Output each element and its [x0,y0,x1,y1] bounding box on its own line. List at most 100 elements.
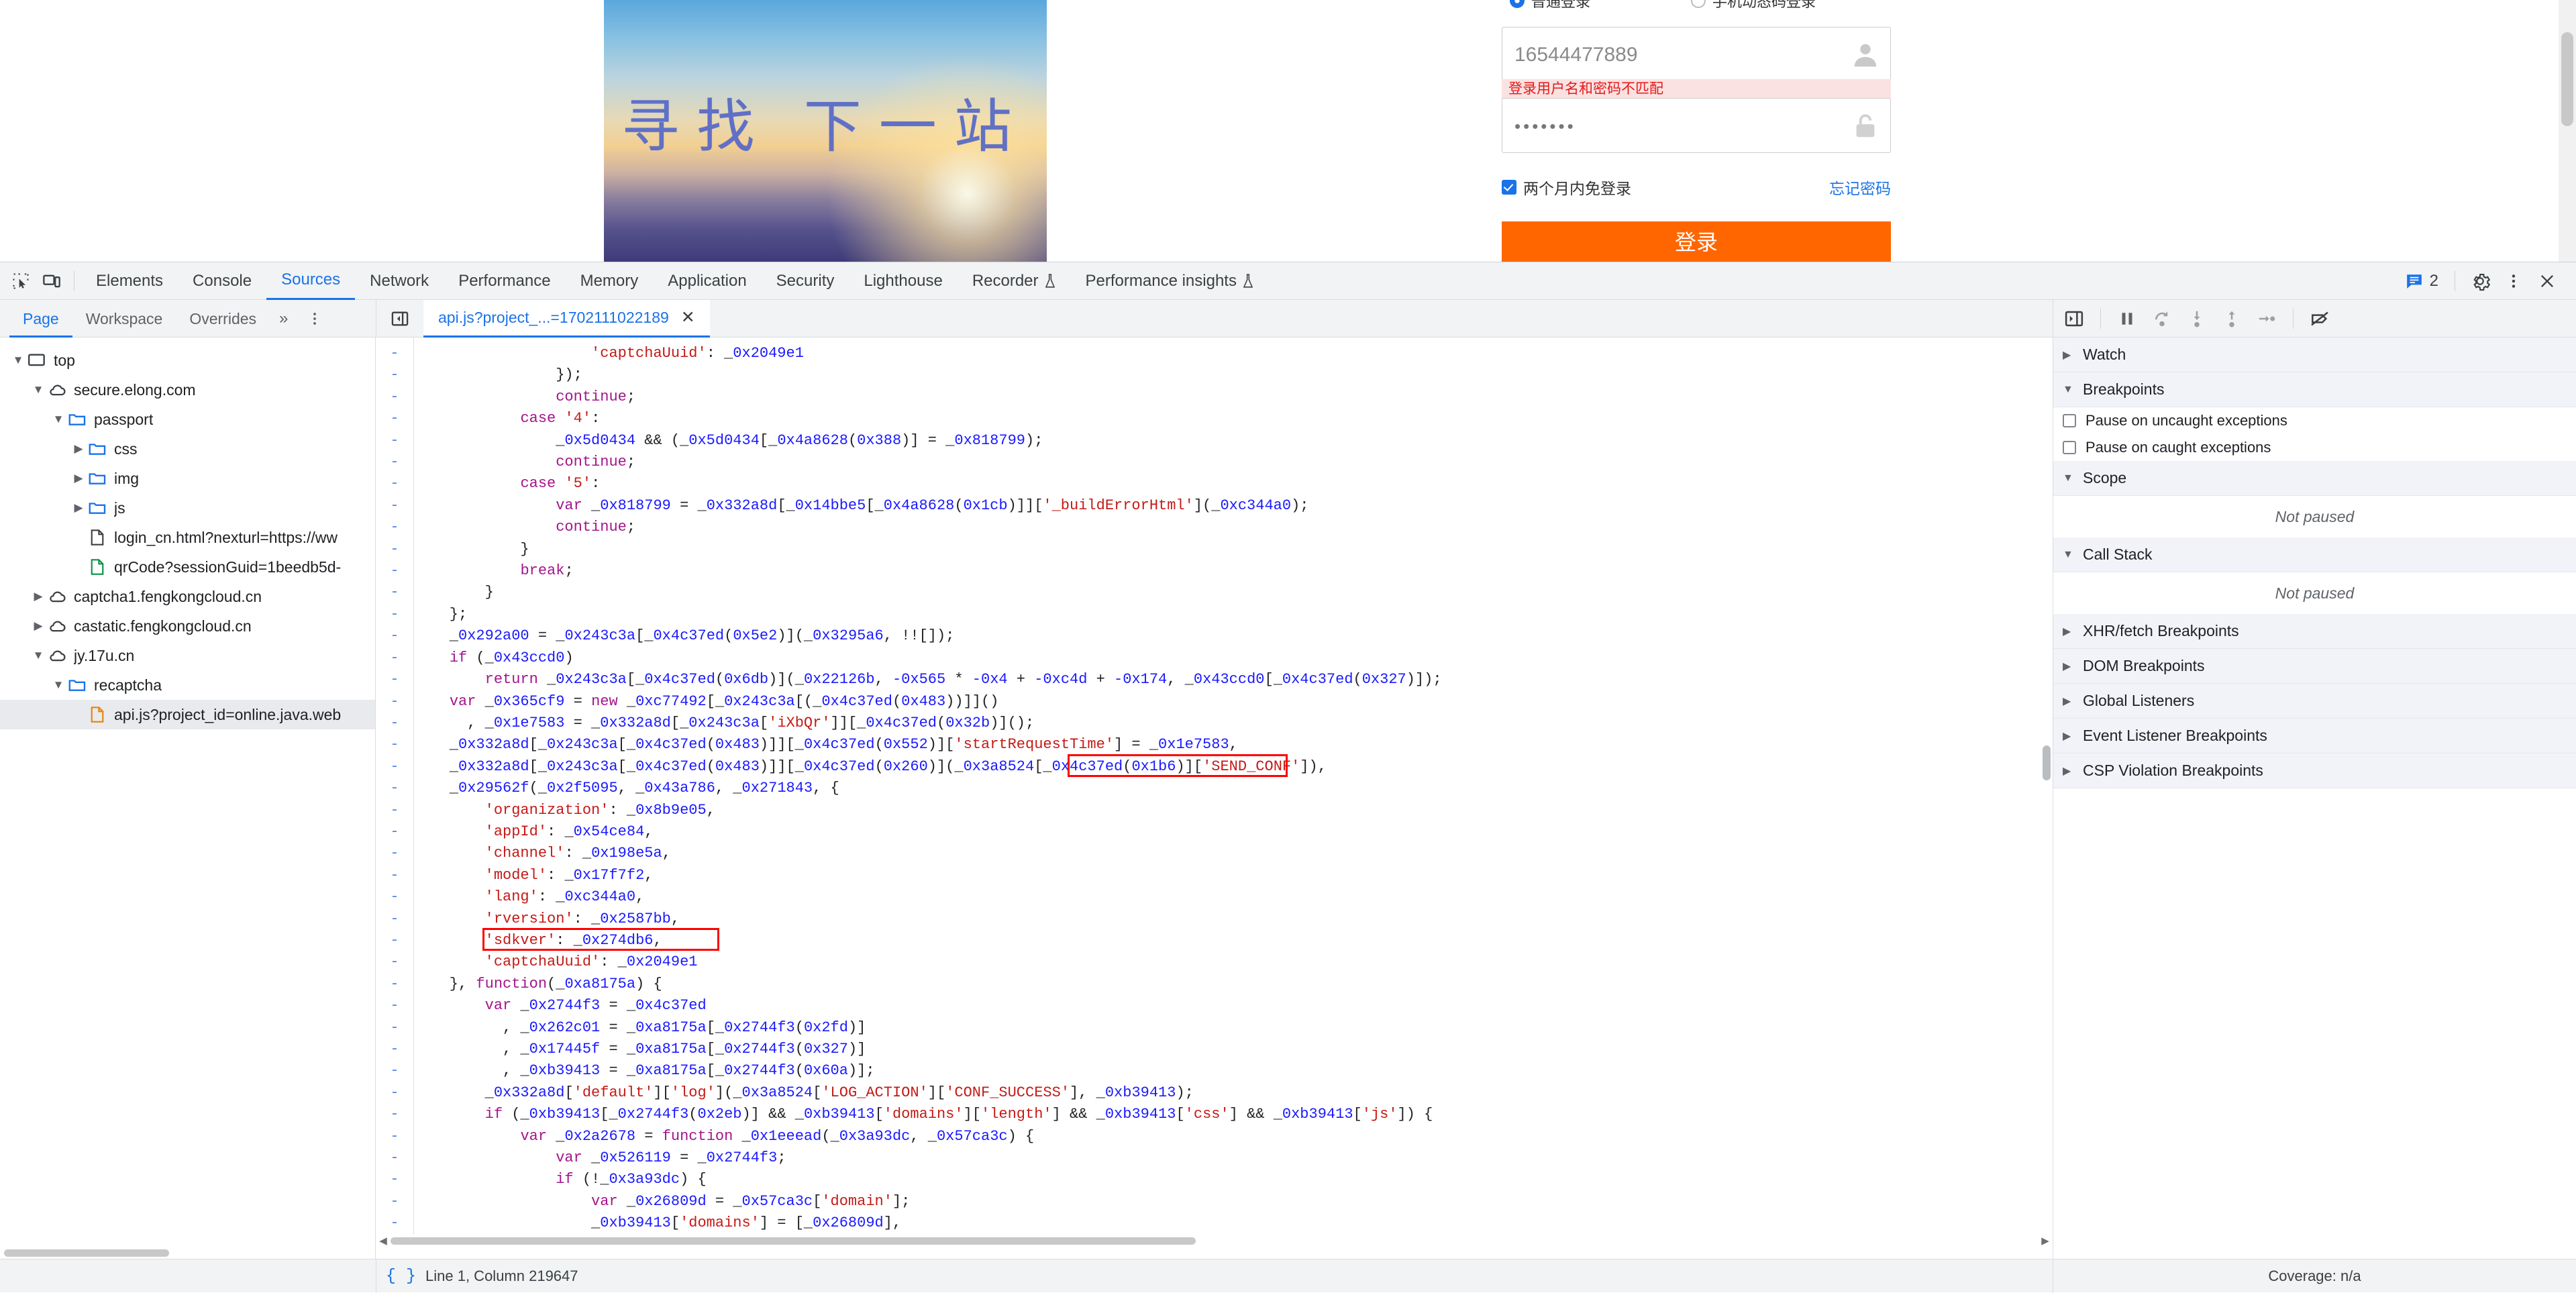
tab-sources[interactable]: Sources [266,262,356,300]
chevron-right-icon: ▶ [2063,695,2071,707]
subtab-workspace[interactable]: Workspace [72,300,176,338]
tab-performance[interactable]: Performance [444,262,565,300]
xhr-breakpoints-section-header[interactable]: ▶ XHR/fetch Breakpoints [2053,614,2576,649]
tree-item-castatic-fengkongcloud-cn[interactable]: ▶ castatic.fengkongcloud.cn [0,611,375,641]
tab-lighthouse[interactable]: Lighthouse [849,262,957,300]
xhr-breakpoints-label: XHR/fetch Breakpoints [2083,622,2239,639]
device-toolbar-icon[interactable] [36,266,67,297]
editor-vertical-scrollbar[interactable] [2041,338,2053,1235]
scope-section-header[interactable]: ▼ Scope [2053,461,2576,496]
chevron-down-icon[interactable]: ▼ [50,413,67,426]
password-field-wrap[interactable]: ••••••• [1502,98,1891,153]
more-options-icon[interactable] [2498,266,2529,297]
navigator-scrollbar-thumb[interactable] [4,1249,169,1257]
open-file-tab-api-js[interactable]: api.js?project_...=1702111022189 ✕ [423,299,710,338]
scroll-left-arrow-icon[interactable]: ◀ [376,1235,391,1247]
tree-item-captcha1-fengkongcloud-cn[interactable]: ▶ captcha1.fengkongcloud.cn [0,582,375,611]
tree-item-top[interactable]: ▼ top [0,346,375,375]
remember-me-checkbox[interactable] [1502,180,1516,195]
global-listeners-section-header[interactable]: ▶ Global Listeners [2053,684,2576,719]
editor-hscroll-thumb[interactable] [391,1237,1196,1245]
chevron-down-icon: ▼ [2063,383,2073,395]
step-over-icon[interactable] [2147,303,2177,334]
tree-item-qrcode-sessionguid-1beedb5d[interactable]: ▶qrCode?sessionGuid=1beedb5d- [0,552,375,582]
console-message-count[interactable]: 2 [2399,272,2445,291]
tree-item-css[interactable]: ▶ css [0,434,375,464]
tab-security[interactable]: Security [762,262,849,300]
tree-item-jy-17u-cn[interactable]: ▼ jy.17u.cn [0,641,375,670]
tab-performance-insights[interactable]: Performance insights [1071,262,1269,300]
gear-icon[interactable] [2465,266,2495,297]
tree-item-passport[interactable]: ▼ passport [0,405,375,434]
editor-hscroll-track[interactable] [391,1235,2038,1247]
collapse-navigator-icon[interactable] [384,303,415,334]
chevron-down-icon[interactable]: ▼ [30,649,47,662]
tab-network[interactable]: Network [355,262,444,300]
pause-caught-checkbox[interactable] [2063,441,2076,454]
tab-elements[interactable]: Elements [81,262,178,300]
tree-item-img[interactable]: ▶ img [0,464,375,493]
page-vertical-scrollbar[interactable] [2559,0,2576,262]
inspect-element-icon[interactable] [5,266,36,297]
subtab-overrides[interactable]: Overrides [176,300,270,338]
scroll-right-arrow-icon[interactable]: ▶ [2038,1235,2053,1247]
csp-violation-breakpoints-section-header[interactable]: ▶ CSP Violation Breakpoints [2053,754,2576,788]
debugger-sidebar: ▶ Watch ▼ Breakpoints Pause on uncaught … [2053,338,2576,1259]
close-file-tab-icon[interactable]: ✕ [681,307,695,327]
chevron-right-icon[interactable]: ▶ [70,501,87,515]
tree-item-label: css [114,439,138,458]
watch-section-header[interactable]: ▶ Watch [2053,338,2576,372]
close-icon[interactable] [2532,266,2563,297]
pause-script-icon[interactable] [2112,303,2143,334]
tab-memory[interactable]: Memory [566,262,654,300]
chevron-right-icon[interactable]: ▶ [70,472,87,485]
dom-breakpoints-section-header[interactable]: ▶ DOM Breakpoints [2053,649,2576,684]
folder-blue-icon [89,473,106,484]
chevron-right-icon[interactable]: ▶ [30,619,47,633]
navigator-horizontal-scrollbar[interactable] [0,1247,375,1259]
radio-normal-login[interactable]: 普通登录 [1510,0,1590,9]
step-into-icon[interactable] [2181,303,2212,334]
chevron-right-icon[interactable]: ▶ [30,590,47,603]
pause-uncaught-exceptions-row[interactable]: Pause on uncaught exceptions [2053,407,2576,434]
pause-caught-exceptions-row[interactable]: Pause on caught exceptions [2053,434,2576,461]
chevron-right-icon[interactable]: ▶ [70,442,87,456]
breakpoints-section-header[interactable]: ▼ Breakpoints [2053,372,2576,407]
tree-item-recaptcha[interactable]: ▼ recaptcha [0,670,375,700]
event-listener-breakpoints-section-header[interactable]: ▶ Event Listener Breakpoints [2053,719,2576,754]
remember-me-row[interactable]: 两个月内免登录 [1502,176,1631,199]
chevron-down-icon[interactable]: ▼ [50,678,67,692]
callstack-section-header[interactable]: ▼ Call Stack [2053,537,2576,572]
login-submit-button[interactable]: 登录 [1502,221,1891,262]
pause-uncaught-label: Pause on uncaught exceptions [2085,412,2287,429]
code-scroll-area: ----------------------------------------… [376,338,2053,1235]
tree-item-secure-elong-com[interactable]: ▼ secure.elong.com [0,375,375,405]
tree-item-api-js-project-id-online-java-we[interactable]: ▶api.js?project_id=online.java.web [0,700,375,729]
chevron-down-icon[interactable]: ▼ [9,354,27,367]
navigator-more-options-icon[interactable] [297,311,332,327]
tree-item-login-cn-html-nexturl-https-ww[interactable]: ▶login_cn.html?nexturl=https://ww [0,523,375,552]
step-out-icon[interactable] [2216,303,2247,334]
subtab-page[interactable]: Page [9,300,72,338]
chevron-right-icon: ▶ [2063,730,2071,742]
tab-application[interactable]: Application [653,262,761,300]
page-scrollbar-thumb[interactable] [2561,32,2573,126]
editor-vscroll-thumb[interactable] [2043,745,2051,780]
tab-console[interactable]: Console [178,262,266,300]
editor-horizontal-scrollbar[interactable]: ◀ ▶ [376,1235,2053,1247]
more-subtabs-icon[interactable]: » [270,309,297,328]
code-content[interactable]: 'captchaUuid': _0x2049e1 }); continue; c… [413,338,2053,1235]
show-navigator-icon[interactable] [2059,303,2090,334]
deactivate-breakpoints-icon[interactable] [2304,303,2335,334]
forgot-password-link[interactable]: 忘记密码 [1829,176,1891,199]
tab-recorder[interactable]: Recorder [958,262,1071,300]
chevron-down-icon[interactable]: ▼ [30,383,47,397]
username-input[interactable] [1513,28,1838,83]
radio-sms-login[interactable]: 手机动态码登录 [1691,0,1816,9]
step-icon[interactable] [2251,303,2282,334]
scope-section-body: Not paused [2053,496,2576,537]
file-navigator-pane: ▼ top ▼ secure.elong.com ▼ passport ▶ css ▶ img ▶ j… [0,338,376,1259]
pause-uncaught-checkbox[interactable] [2063,414,2076,427]
pretty-print-icon[interactable]: { } [386,1266,416,1286]
tree-item-js[interactable]: ▶ js [0,493,375,523]
